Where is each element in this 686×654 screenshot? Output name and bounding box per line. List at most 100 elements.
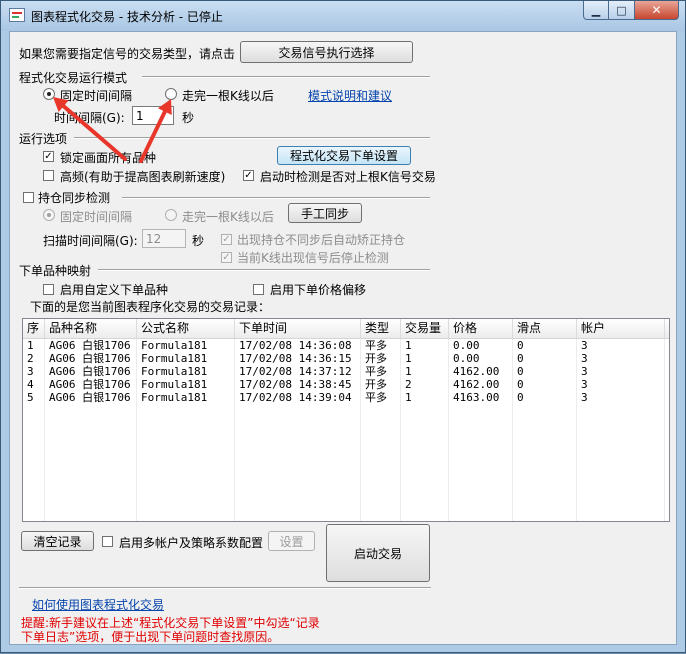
signal-select-button[interactable]: 交易信号执行选择: [240, 41, 413, 63]
auto-correct-label: 出现持仓不同步后自动矫正持仓: [237, 233, 406, 247]
column-gridline: [234, 339, 235, 521]
column-header[interactable]: 下单时间: [235, 319, 361, 338]
interval-input[interactable]: 1: [132, 106, 174, 125]
fixed-interval-radio[interactable]: [43, 88, 55, 100]
window-title: 图表程式化交易 - 技术分析 - 已停止: [31, 10, 223, 24]
table-cell: Formula181: [141, 378, 208, 391]
mode-divider: [142, 76, 430, 78]
options-divider: [74, 137, 430, 139]
records-caption: 下面的是您当前图表程序化交易的交易记录：: [30, 300, 271, 314]
auto-correct-checkbox[interactable]: ✓: [221, 234, 232, 245]
column-gridline: [136, 339, 137, 521]
table-cell: AG06 白银1706: [49, 352, 131, 365]
order-settings-button[interactable]: 程式化交易下单设置: [277, 146, 411, 165]
title-bar[interactable]: 图表程式化交易 - 技术分析 - 已停止 ▁ □ ✕: [1, 1, 685, 31]
maximize-button[interactable]: □: [609, 1, 635, 20]
custom-product-checkbox[interactable]: [43, 284, 54, 295]
start-trading-button[interactable]: 启动交易: [326, 524, 430, 582]
options-section-title: 运行选项: [19, 132, 68, 146]
table-cell: 3: [581, 391, 588, 404]
interval-unit: 秒: [182, 111, 195, 125]
sync-checkbox[interactable]: [23, 192, 34, 203]
table-cell: 4: [27, 378, 34, 391]
table-cell: 0: [517, 339, 524, 352]
manual-sync-button[interactable]: 手工同步: [288, 203, 362, 223]
table-cell: AG06 白银1706: [49, 339, 131, 352]
mapping-section-title: 下单品种映射: [19, 264, 92, 278]
after-bar-label: 走完一根K线以后: [182, 89, 274, 103]
table-row[interactable]: 1 AG06 白银1706 Formula181 17/02/08 14:36:08 平…: [23, 339, 669, 352]
trade-records-table[interactable]: 序品种名称 公式名称 下单时间 类型 交易量 价格 滑点 帐户 1 AG06 白银1706 For…: [22, 318, 670, 522]
table-header: 序品种名称 公式名称 下单时间 类型 交易量 价格 滑点 帐户: [23, 319, 669, 339]
after-bar-radio[interactable]: [165, 88, 177, 100]
table-cell: 平多: [365, 365, 387, 378]
table-cell: Formula181: [141, 391, 208, 404]
table-cell: 2: [27, 352, 34, 365]
table-cell: Formula181: [141, 339, 208, 352]
column-gridline: [576, 339, 577, 521]
table-cell: AG06 白银1706: [49, 378, 131, 391]
close-button[interactable]: ✕: [635, 1, 679, 20]
column-header[interactable]: 滑点: [513, 319, 577, 338]
main-window: 图表程式化交易 - 技术分析 - 已停止 ▁ □ ✕ 如果您需要指定信号的交易类…: [0, 0, 686, 653]
minimize-button[interactable]: ▁: [583, 1, 609, 20]
scan-interval-input[interactable]: 12: [142, 229, 186, 248]
table-row[interactable]: 5 AG06 白银1706 Formula181 17/02/08 14:39:04 平…: [23, 391, 669, 404]
stop-detect-checkbox[interactable]: ✓: [221, 252, 232, 263]
dialog-body: 如果您需要指定信号的交易类型，请点击 交易信号执行选择 程式化交易运行模式 固定…: [9, 31, 677, 645]
scan-interval-label: 扫描时间间隔(G):: [43, 234, 138, 248]
high-freq-label: 高频(有助于提高图表刷新速度): [60, 170, 226, 184]
table-cell: 3: [581, 339, 588, 352]
table-cell: AG06 白银1706: [49, 365, 131, 378]
column-header[interactable]: 品种名称: [45, 319, 137, 338]
table-cell: 3: [581, 378, 588, 391]
column-header[interactable]: 序: [23, 319, 45, 338]
table-row[interactable]: 2 AG06 白银1706 Formula181 17/02/08 14:36:15 开…: [23, 352, 669, 365]
table-cell: 0: [517, 378, 524, 391]
table-cell: AG06 白银1706: [49, 391, 131, 404]
howto-link[interactable]: 如何使用图表程式化交易: [32, 596, 164, 613]
lock-product-checkbox[interactable]: ✓: [43, 151, 54, 162]
column-header[interactable]: 帐户: [577, 319, 665, 338]
clear-records-button[interactable]: 清空记录: [21, 531, 94, 551]
table-cell: 17/02/08 14:37:12: [239, 365, 352, 378]
high-freq-checkbox[interactable]: [43, 170, 54, 181]
mode-help-link[interactable]: 模式说明和建议: [308, 87, 392, 104]
table-cell: 3: [27, 365, 34, 378]
column-gridline: [512, 339, 513, 521]
column-header[interactable]: 公式名称: [137, 319, 235, 338]
table-cell: 1: [405, 391, 412, 404]
table-row[interactable]: 4 AG06 白银1706 Formula181 17/02/08 14:38:45 开…: [23, 378, 669, 391]
table-cell: 17/02/08 14:38:45: [239, 378, 352, 391]
stop-detect-label: 当前K线出现信号后停止检测: [237, 251, 389, 265]
table-cell: 平多: [365, 339, 387, 352]
column-gridline: [400, 339, 401, 521]
column-gridline: [664, 339, 665, 521]
price-offset-checkbox[interactable]: [253, 284, 264, 295]
column-gridline: [448, 339, 449, 521]
chart-app-icon: [9, 8, 25, 22]
column-header[interactable]: 价格: [449, 319, 513, 338]
table-cell: 4163.00: [453, 391, 500, 404]
fixed-interval-label: 固定时间间隔: [60, 89, 133, 103]
table-row[interactable]: 3 AG06 白银1706 Formula181 17/02/08 14:37:12 平…: [23, 365, 669, 378]
scan-interval-unit: 秒: [192, 234, 205, 248]
table-cell: 1: [405, 352, 412, 365]
table-cell: 1: [27, 339, 34, 352]
settings-button[interactable]: 设置: [268, 531, 315, 551]
column-header[interactable]: 交易量: [401, 319, 449, 338]
multi-account-label: 启用多帐户及策略系数配置: [119, 536, 264, 550]
multi-account-checkbox[interactable]: [102, 536, 113, 547]
table-cell: 开多: [365, 378, 387, 391]
table-cell: 1: [405, 365, 412, 378]
sync-after-bar-radio[interactable]: [165, 209, 177, 221]
tip-line-2: 下单日志”选项，便于出现下单问题时查找原因。: [21, 630, 280, 644]
sync-section-title: 持仓同步检测: [38, 191, 111, 205]
check-signal-checkbox[interactable]: ✓: [243, 170, 254, 181]
column-header[interactable]: 类型: [361, 319, 401, 338]
sync-fixed-radio[interactable]: [43, 209, 55, 221]
table-cell: 17/02/08 14:39:04: [239, 391, 352, 404]
table-cell: 开多: [365, 352, 387, 365]
column-gridline: [360, 339, 361, 521]
table-cell: 4162.00: [453, 365, 500, 378]
